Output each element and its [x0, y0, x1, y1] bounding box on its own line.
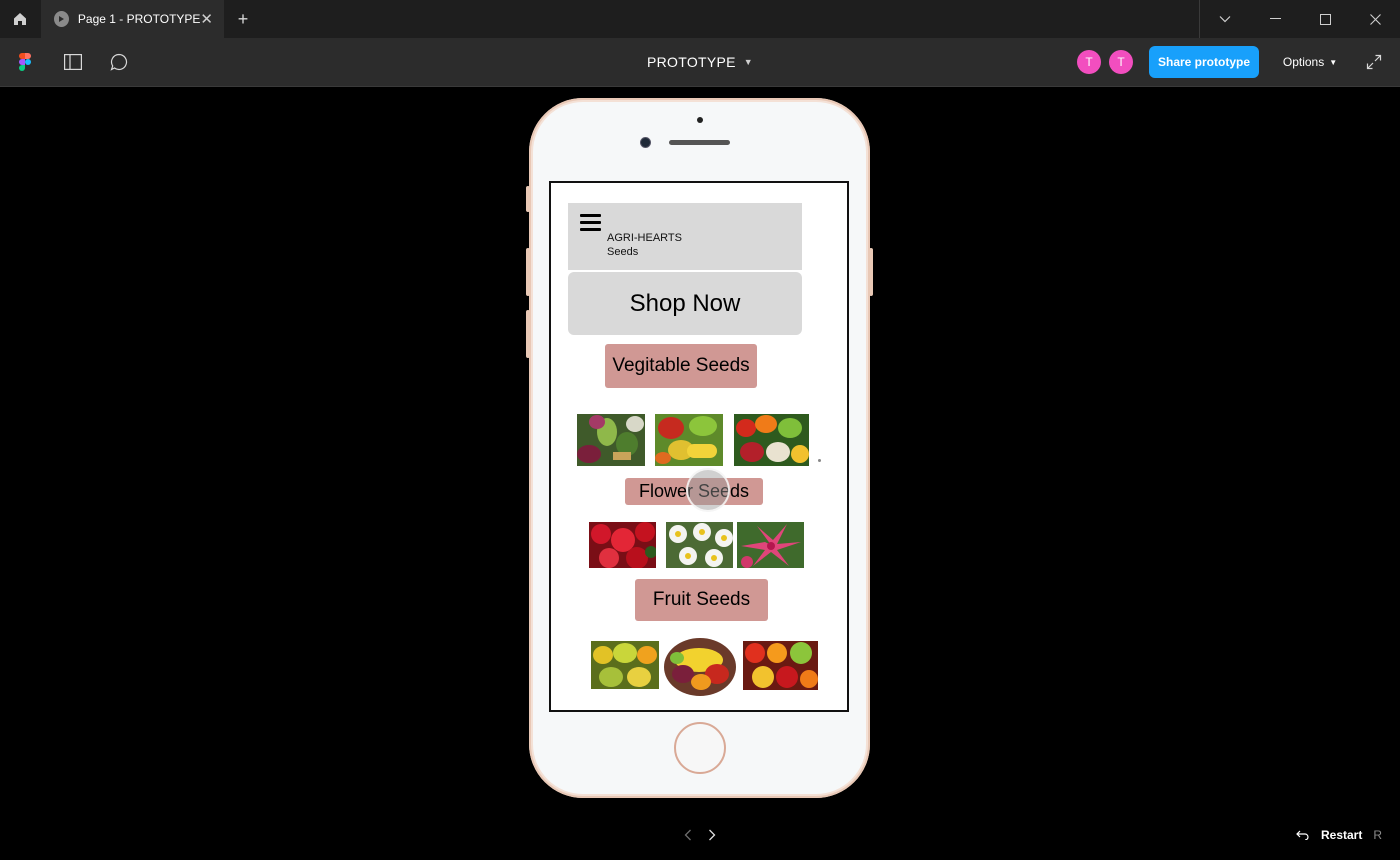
tab-page-1-prototype[interactable]: Page 1 - PROTOTYPE ✕ — [41, 0, 224, 38]
prototype-screen: AGRI-HEARTS Seeds Shop Now Vegitable See… — [549, 181, 849, 712]
flower-image-2[interactable] — [666, 522, 733, 568]
shop-now-button[interactable]: Shop Now — [568, 272, 802, 335]
maximize-icon — [1319, 13, 1331, 25]
phone-volume-down — [526, 310, 530, 358]
chevron-left-icon — [684, 829, 691, 841]
flower-image-3[interactable] — [737, 522, 804, 568]
sidebar-icon — [64, 54, 82, 70]
close-window-button[interactable] — [1350, 0, 1400, 38]
phone-power-button — [869, 248, 873, 296]
comment-button[interactable] — [108, 51, 130, 73]
brand-name: AGRI-HEARTS Seeds — [607, 231, 682, 259]
phone-home-button — [674, 722, 726, 774]
restart-shortcut: R — [1373, 828, 1383, 842]
chevron-down-icon — [1219, 16, 1231, 23]
hamburger-menu-icon[interactable] — [580, 214, 601, 235]
figma-logo-icon — [19, 53, 31, 71]
tab-title: Page 1 - PROTOTYPE — [77, 12, 201, 26]
comment-icon — [110, 53, 128, 71]
tabs-menu-button[interactable] — [1200, 0, 1250, 38]
phone-camera — [640, 137, 651, 148]
fruit-image-2[interactable] — [663, 636, 737, 696]
restart-button[interactable]: Restart R — [1296, 824, 1382, 846]
brand-subtitle: Seeds — [607, 246, 639, 258]
minimize-icon — [1269, 18, 1281, 19]
prototype-toolbar: PROTOTYPE ▼ T T Share prototype Options … — [0, 38, 1400, 87]
restart-label: Restart — [1321, 828, 1363, 842]
cursor-indicator — [686, 468, 730, 512]
image-fragment — [818, 459, 821, 462]
prototype-name-dropdown[interactable]: PROTOTYPE ▼ — [620, 38, 780, 86]
chevron-down-icon: ▼ — [743, 57, 753, 67]
vegetable-image-1[interactable] — [577, 414, 645, 466]
toggle-sidebar-button[interactable] — [62, 51, 84, 73]
share-prototype-button[interactable]: Share prototype — [1149, 46, 1259, 78]
chevron-down-icon: ▼ — [1329, 57, 1338, 67]
phone-volume-up — [526, 248, 530, 296]
figma-menu-button[interactable] — [15, 52, 35, 72]
maximize-button[interactable] — [1300, 0, 1350, 38]
fruit-seeds-button[interactable]: Fruit Seeds — [635, 579, 768, 621]
flower-image-1[interactable] — [589, 522, 656, 568]
fruit-image-3[interactable] — [743, 641, 818, 690]
fruit-image-1[interactable] — [591, 641, 659, 689]
phone-sensor — [697, 117, 703, 123]
vegetable-image-2[interactable] — [655, 414, 723, 466]
home-button[interactable] — [0, 0, 40, 38]
previous-frame-button[interactable] — [679, 826, 697, 844]
vegetable-image-3[interactable] — [734, 414, 809, 466]
phone-speaker — [669, 140, 730, 145]
close-icon — [1369, 13, 1381, 25]
prototype-name: PROTOTYPE — [646, 54, 736, 70]
brand-title: AGRI-HEARTS — [607, 232, 682, 244]
phone-mute-switch — [526, 186, 530, 212]
next-frame-button[interactable] — [703, 826, 721, 844]
minimize-button[interactable] — [1250, 0, 1300, 38]
options-label: Options — [1282, 55, 1325, 69]
app-header: AGRI-HEARTS Seeds — [568, 203, 802, 270]
close-tab-icon[interactable]: ✕ — [200, 12, 213, 27]
vegetable-seeds-button[interactable]: Vegitable Seeds — [605, 344, 757, 388]
play-icon — [54, 11, 69, 27]
chevron-right-icon — [709, 829, 716, 841]
new-tab-button[interactable]: + — [232, 8, 254, 30]
restart-icon — [1296, 830, 1309, 840]
fullscreen-button[interactable] — [1362, 50, 1386, 74]
expand-icon — [1366, 54, 1382, 70]
options-dropdown[interactable]: Options ▼ — [1276, 46, 1344, 78]
avatar[interactable]: T — [1109, 50, 1133, 74]
home-icon — [14, 13, 26, 25]
avatar[interactable]: T — [1077, 50, 1101, 74]
